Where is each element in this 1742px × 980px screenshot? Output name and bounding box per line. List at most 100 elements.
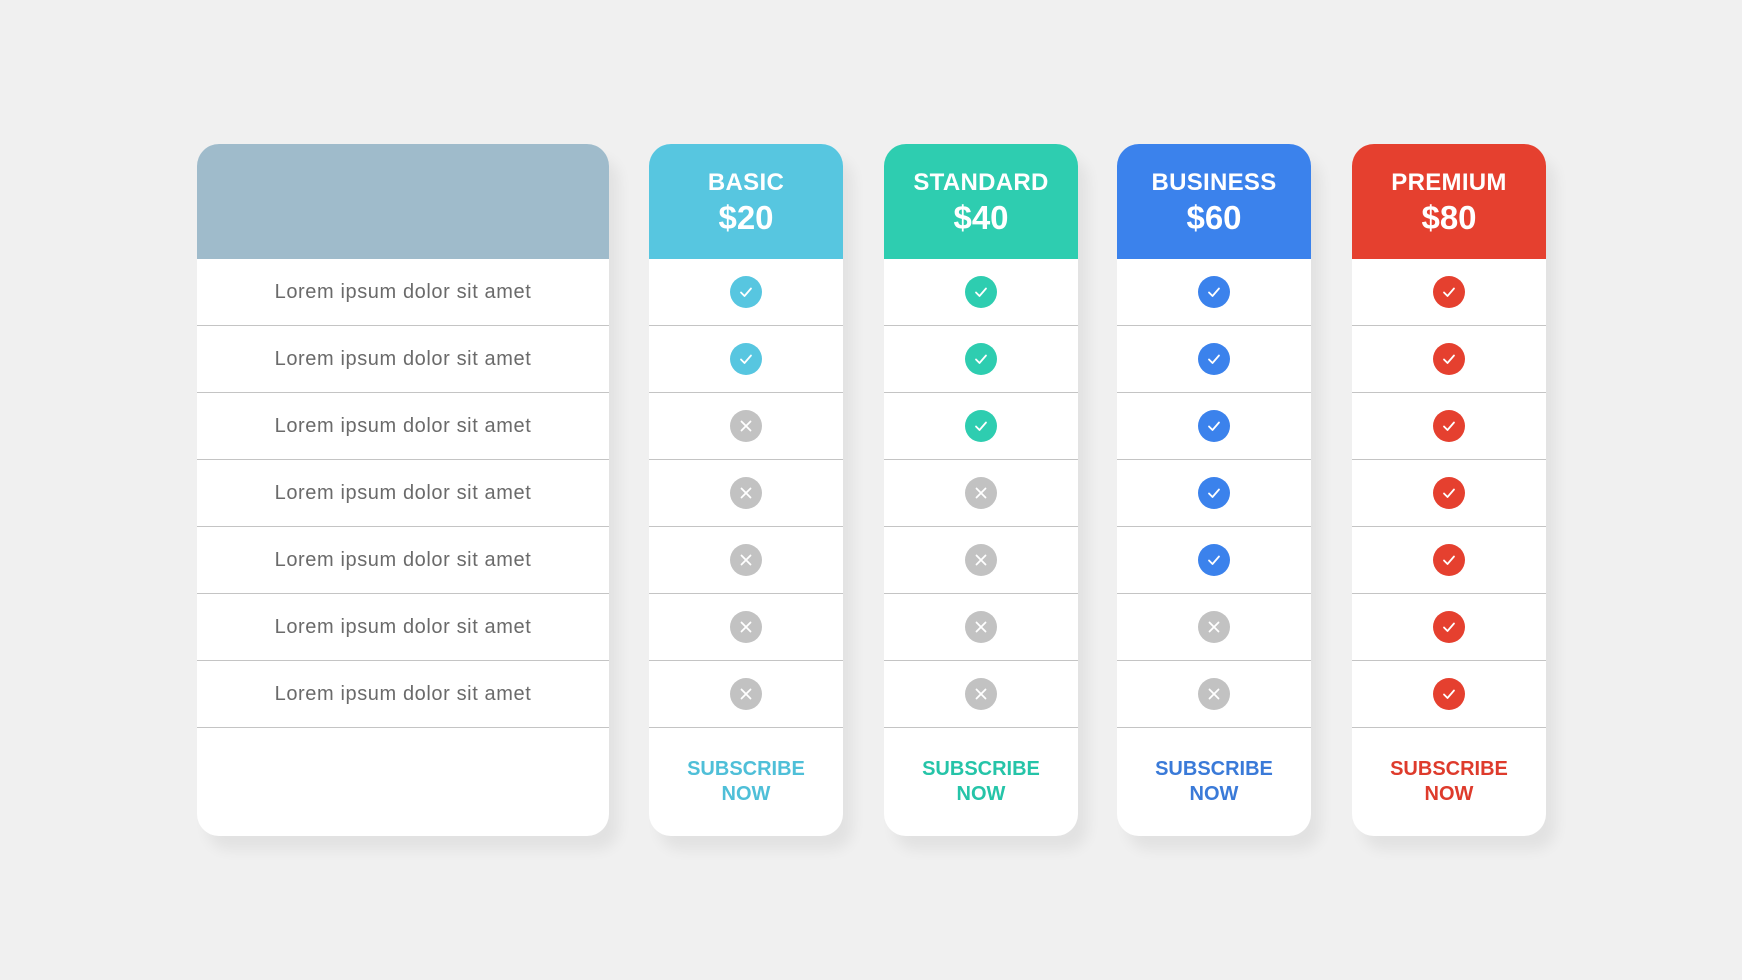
plan-feature-row [884,527,1078,594]
cross-icon [965,477,997,509]
feature-row: Lorem ipsum dolor sit amet [197,326,609,393]
subscribe-label-line2: NOW [1189,783,1239,805]
plan-footer: SUBSCRIBE NOW [649,728,843,836]
subscribe-label-line1: SUBSCRIBE [1155,758,1273,780]
plan-footer: SUBSCRIBE NOW [1352,728,1546,836]
plan-header: PREMIUM $80 [1352,144,1546,259]
plan-feature-row [884,393,1078,460]
cross-icon [965,611,997,643]
plan-feature-row [649,527,843,594]
plan-header: BUSINESS $60 [1117,144,1311,259]
check-icon [1198,343,1230,375]
check-icon [1433,477,1465,509]
check-icon [1198,544,1230,576]
cross-icon [730,678,762,710]
plan-price: $80 [1421,198,1477,236]
plan-feature-row [884,460,1078,527]
feature-label: Lorem ipsum dolor sit amet [274,615,532,638]
check-icon [730,276,762,308]
cross-icon [730,477,762,509]
subscribe-button-basic[interactable]: SUBSCRIBE NOW [687,757,805,807]
plan-feature-row [649,661,843,728]
subscribe-label-line1: SUBSCRIBE [1390,758,1508,780]
feature-row: Lorem ipsum dolor sit amet [197,460,609,527]
feature-row: Lorem ipsum dolor sit amet [197,661,609,728]
feature-label: Lorem ipsum dolor sit amet [274,414,532,437]
plan-feature-row [884,594,1078,661]
plan-header: BASIC $20 [649,144,843,259]
subscribe-label-line2: NOW [721,783,771,805]
plan-price: $40 [953,198,1009,236]
plan-feature-row [1117,460,1311,527]
check-icon [1433,544,1465,576]
check-icon [1198,410,1230,442]
check-icon [1198,276,1230,308]
check-icon [730,343,762,375]
plan-card-basic: BASIC $20 SUBSCRIBE NOW [649,144,843,836]
plan-feature-row [1352,460,1546,527]
feature-label: Lorem ipsum dolor sit amet [274,481,532,504]
check-icon [965,343,997,375]
check-icon [1433,410,1465,442]
plan-feature-row [1117,259,1311,326]
plan-card-premium: PREMIUM $80 SUBSCRIBE NOW [1352,144,1546,836]
feature-label: Lorem ipsum dolor sit amet [274,548,532,571]
subscribe-button-standard[interactable]: SUBSCRIBE NOW [922,757,1040,807]
plan-footer: SUBSCRIBE NOW [1117,728,1311,836]
plan-price: $60 [1186,198,1242,236]
cross-icon [730,544,762,576]
check-icon [1433,611,1465,643]
check-icon [1433,276,1465,308]
plan-feature-row [1117,393,1311,460]
subscribe-label-line1: SUBSCRIBE [687,758,805,780]
feature-list-footer [197,728,609,836]
plan-feature-row [1117,594,1311,661]
cross-icon [730,611,762,643]
plan-feature-row [649,393,843,460]
plan-feature-row [1352,594,1546,661]
plan-feature-row [1117,326,1311,393]
plan-feature-row [884,326,1078,393]
check-icon [1433,678,1465,710]
feature-list-header [197,144,609,259]
feature-label: Lorem ipsum dolor sit amet [274,347,532,370]
plan-name: BASIC [707,168,785,196]
plan-feature-row [1352,326,1546,393]
cross-icon [730,410,762,442]
plan-header: STANDARD $40 [884,144,1078,259]
feature-list-card: Lorem ipsum dolor sit amet Lorem ipsum do… [197,144,609,836]
plan-feature-row [649,326,843,393]
plan-card-business: BUSINESS $60 SUBSCRIBE NOW [1117,144,1311,836]
feature-row: Lorem ipsum dolor sit amet [197,594,609,661]
subscribe-button-premium[interactable]: SUBSCRIBE NOW [1390,757,1508,807]
check-icon [965,276,997,308]
plan-name: PREMIUM [1391,168,1507,196]
subscribe-label-line2: NOW [956,783,1006,805]
plan-feature-row [1352,393,1546,460]
plan-name: STANDARD [913,168,1049,196]
plan-price: $20 [718,198,774,236]
plan-feature-row [1117,527,1311,594]
check-icon [965,410,997,442]
plan-feature-row [649,259,843,326]
plan-feature-row [1352,527,1546,594]
plan-feature-row [649,594,843,661]
plan-footer: SUBSCRIBE NOW [884,728,1078,836]
check-icon [1198,477,1230,509]
subscribe-label-line1: SUBSCRIBE [922,758,1040,780]
plan-name: BUSINESS [1151,168,1277,196]
cross-icon [1198,611,1230,643]
plan-feature-row [884,259,1078,326]
subscribe-button-business[interactable]: SUBSCRIBE NOW [1155,757,1273,807]
feature-row: Lorem ipsum dolor sit amet [197,259,609,326]
subscribe-label-line2: NOW [1424,783,1474,805]
plan-feature-row [884,661,1078,728]
plan-card-standard: STANDARD $40 SUBSCRIBE NOW [884,144,1078,836]
feature-row: Lorem ipsum dolor sit amet [197,527,609,594]
cross-icon [965,544,997,576]
plan-feature-row [649,460,843,527]
check-icon [1433,343,1465,375]
plan-feature-row [1117,661,1311,728]
feature-label: Lorem ipsum dolor sit amet [274,682,532,705]
feature-row: Lorem ipsum dolor sit amet [197,393,609,460]
